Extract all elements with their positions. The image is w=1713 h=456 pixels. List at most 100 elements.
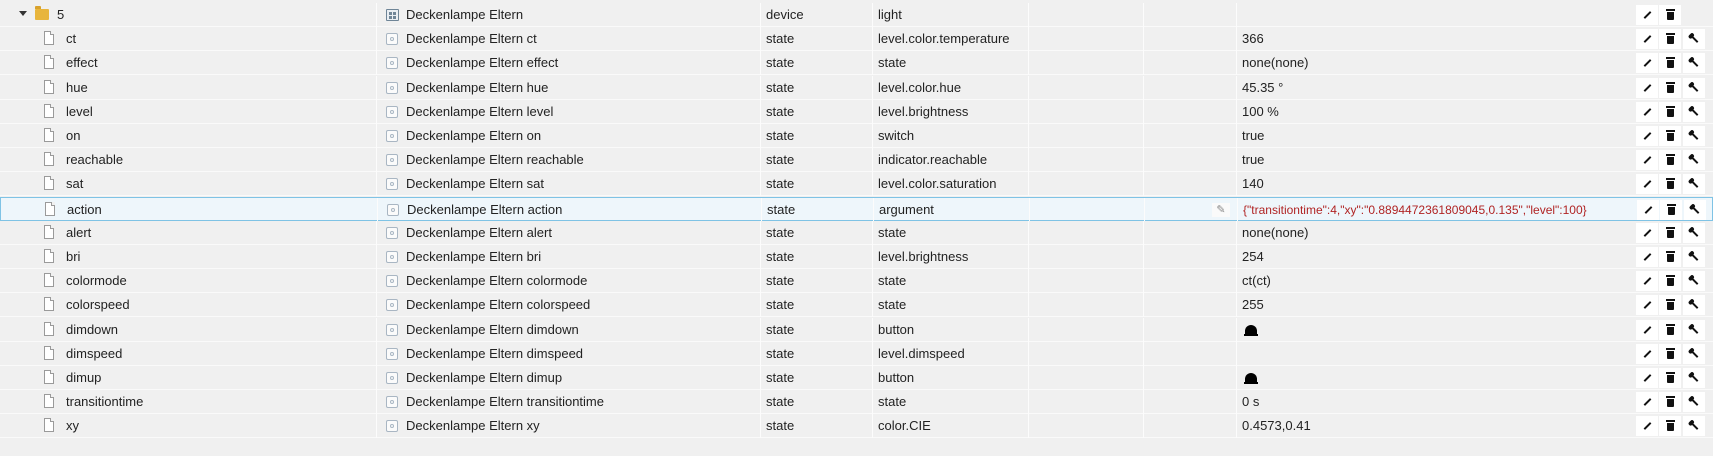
edit-object-button[interactable] [1636, 29, 1658, 50]
edit-value-icon[interactable]: ✎ [1212, 202, 1230, 217]
delete-object-button[interactable] [1659, 77, 1681, 98]
object-settings-button[interactable] [1683, 319, 1705, 340]
object-settings-button[interactable] [1683, 222, 1705, 243]
edit-object-button[interactable] [1636, 392, 1658, 413]
object-value[interactable]: 366 [1242, 27, 1622, 51]
delete-object-button[interactable] [1659, 126, 1681, 146]
edit-object-button[interactable] [1636, 343, 1658, 364]
delete-object-button[interactable] [1659, 271, 1681, 292]
object-value[interactable]: 45.35 ° [1242, 76, 1622, 100]
edit-object-button[interactable] [1636, 5, 1658, 25]
edit-object-button[interactable] [1636, 416, 1658, 437]
bell-icon[interactable] [1243, 324, 1259, 336]
object-settings-button[interactable] [1683, 247, 1705, 267]
tree-row-sat[interactable]: sat Deckenlampe Eltern sat state level.colo… [0, 172, 1713, 197]
object-settings-button[interactable] [1683, 392, 1705, 413]
delete-object-button[interactable] [1659, 5, 1681, 25]
object-settings-button[interactable] [1684, 199, 1706, 220]
trash-icon [1665, 323, 1675, 335]
delete-object-button[interactable] [1659, 416, 1681, 437]
pencil-icon [1644, 205, 1652, 214]
object-value[interactable] [1242, 3, 1622, 27]
edit-object-button[interactable] [1636, 247, 1658, 267]
tree-row-colorspeed[interactable]: colorspeed Deckenlampe Eltern colorspeed s… [0, 293, 1713, 318]
state-icon [386, 372, 398, 384]
edit-object-button[interactable] [1636, 222, 1658, 243]
column-divider [1028, 317, 1029, 342]
edit-object-button[interactable] [1636, 53, 1658, 74]
tree-row-bri[interactable]: bri Deckenlampe Eltern bri state level.brig… [0, 245, 1713, 269]
edit-object-button[interactable] [1636, 271, 1658, 292]
delete-object-button[interactable] [1659, 247, 1681, 267]
edit-object-button[interactable] [1636, 77, 1658, 98]
edit-object-button[interactable] [1636, 295, 1658, 316]
delete-object-button[interactable] [1659, 295, 1681, 316]
object-value[interactable] [1242, 342, 1622, 366]
object-value[interactable]: none(none) [1242, 221, 1622, 245]
object-settings-button[interactable] [1683, 416, 1705, 437]
delete-object-button[interactable] [1659, 101, 1681, 122]
tree-row-xy[interactable]: xy Deckenlampe Eltern xy state color.CIE 0.4… [0, 414, 1713, 439]
tree-row-reachable[interactable]: reachable Deckenlampe Eltern reachable sta… [0, 148, 1713, 173]
tree-row-dimspeed[interactable]: dimspeed Deckenlampe Eltern dimspeed state… [0, 341, 1713, 366]
column-divider [760, 124, 761, 148]
tree-row-dimup[interactable]: dimup Deckenlampe Eltern dimup state button [0, 366, 1713, 390]
object-role: level.color.saturation [878, 176, 997, 192]
bell-icon[interactable] [1243, 372, 1259, 384]
object-value[interactable]: 255 [1242, 293, 1622, 317]
edit-object-button[interactable] [1636, 150, 1658, 171]
object-value[interactable]: 254 [1242, 245, 1622, 269]
tree-row-hue[interactable]: hue Deckenlampe Eltern hue state level.colo… [0, 75, 1713, 100]
object-settings-button[interactable] [1683, 295, 1705, 316]
object-value[interactable]: true [1242, 124, 1622, 148]
object-settings-button[interactable] [1683, 174, 1705, 195]
tree-row-action[interactable]: action Deckenlampe Eltern action state argu… [0, 196, 1713, 222]
tree-row-colormode[interactable]: colormode Deckenlampe Eltern colormode sta… [0, 269, 1713, 294]
expand-triangle-icon[interactable] [19, 11, 27, 16]
object-role: state [878, 394, 907, 410]
edit-object-button[interactable] [1637, 199, 1659, 220]
edit-object-button[interactable] [1636, 101, 1658, 122]
object-value[interactable]: 100 % [1242, 100, 1622, 124]
object-value[interactable]: true [1242, 148, 1622, 172]
object-settings-button[interactable] [1683, 343, 1705, 364]
object-settings-button[interactable] [1683, 77, 1705, 98]
edit-object-button[interactable] [1636, 174, 1658, 195]
delete-object-button[interactable] [1659, 150, 1681, 171]
delete-object-button[interactable] [1659, 53, 1681, 74]
object-value[interactable]: ct(ct) [1242, 269, 1622, 293]
object-value[interactable]: 0.4573,0.41 [1242, 414, 1622, 438]
edit-object-button[interactable] [1636, 368, 1658, 388]
delete-object-button[interactable] [1659, 319, 1681, 340]
tree-row-dimdown[interactable]: dimdown Deckenlampe Eltern dimdown state bu… [0, 317, 1713, 342]
tree-row-5[interactable]: 5 Deckenlampe Eltern device light [0, 3, 1713, 27]
object-settings-button[interactable] [1683, 126, 1705, 146]
tree-row-effect[interactable]: effect Deckenlampe Eltern effect state stat… [0, 51, 1713, 76]
delete-object-button[interactable] [1659, 368, 1681, 388]
tree-row-ct[interactable]: ct Deckenlampe Eltern ct state level.color.… [0, 27, 1713, 52]
object-role: level.dimspeed [878, 345, 965, 361]
object-value[interactable]: 140 [1242, 172, 1622, 196]
object-settings-button[interactable] [1683, 53, 1705, 74]
delete-object-button[interactable] [1660, 199, 1682, 220]
edit-object-button[interactable] [1636, 126, 1658, 146]
object-value[interactable]: {"transitiontime":4,"xy":"0.889447236180… [1243, 198, 1623, 222]
delete-object-button[interactable] [1659, 29, 1681, 50]
wrench-icon [1690, 132, 1698, 140]
object-settings-button[interactable] [1683, 101, 1705, 122]
object-settings-button[interactable] [1683, 271, 1705, 292]
tree-row-level[interactable]: level Deckenlampe Eltern level state level.… [0, 99, 1713, 124]
object-settings-button[interactable] [1683, 150, 1705, 171]
object-settings-button[interactable] [1683, 368, 1705, 388]
delete-object-button[interactable] [1659, 222, 1681, 243]
tree-row-on[interactable]: on Deckenlampe Eltern on state switch true [0, 124, 1713, 148]
object-value[interactable]: 0 s [1242, 390, 1622, 414]
delete-object-button[interactable] [1659, 174, 1681, 195]
object-value[interactable]: none(none) [1242, 51, 1622, 75]
edit-object-button[interactable] [1636, 319, 1658, 340]
object-settings-button[interactable] [1683, 29, 1705, 50]
tree-row-transitiontime[interactable]: transitiontime Deckenlampe Eltern transit… [0, 390, 1713, 415]
delete-object-button[interactable] [1659, 343, 1681, 364]
delete-object-button[interactable] [1659, 392, 1681, 413]
tree-row-alert[interactable]: alert Deckenlampe Eltern alert state state n… [0, 220, 1713, 245]
